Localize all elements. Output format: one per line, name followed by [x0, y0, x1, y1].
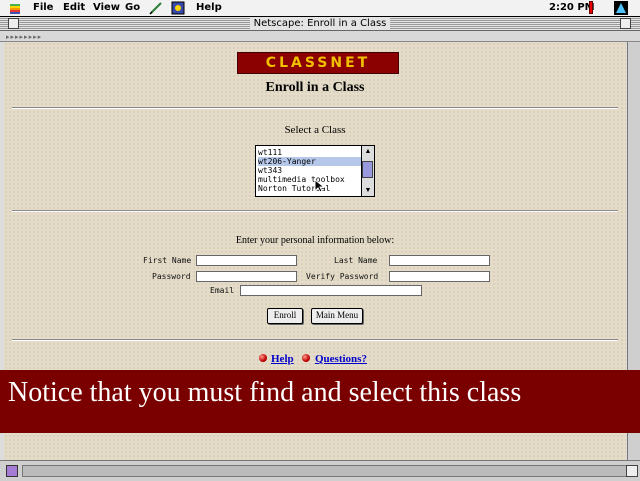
personal-info-prompt: Enter your personal information below:: [235, 235, 395, 246]
first-name-input[interactable]: [196, 255, 297, 266]
menu-clock: 2:20 PM: [549, 2, 595, 13]
battery-icon: [589, 1, 593, 14]
class-option[interactable]: Norton Tutorial: [258, 184, 361, 193]
zoom-box-icon[interactable]: [620, 18, 631, 29]
menu-file[interactable]: File: [33, 2, 53, 13]
questions-link[interactable]: Questions?: [315, 353, 367, 365]
last-name-input[interactable]: [389, 255, 490, 266]
resize-grow-box-icon[interactable]: [626, 465, 638, 477]
enroll-button[interactable]: Enroll: [267, 308, 303, 324]
tutorial-caption: Notice that you must find and select thi…: [0, 370, 640, 433]
toolbar-toggle-icon[interactable]: ▸▸▸▸▸▸▸▸: [6, 33, 42, 41]
menu-edit[interactable]: Edit: [63, 2, 85, 13]
class-option[interactable]: wt343: [258, 166, 361, 175]
scroll-up-arrow-icon[interactable]: ▲: [363, 147, 373, 156]
password-input[interactable]: [196, 271, 297, 282]
scroll-down-arrow-icon[interactable]: ▼: [363, 186, 373, 195]
verify-password-label: Verify Password: [306, 272, 379, 281]
menu-go[interactable]: Go: [125, 2, 140, 13]
red-bullet-icon: [302, 354, 310, 362]
main-menu-button[interactable]: Main Menu: [311, 308, 363, 324]
toolbar-collapsed-strip[interactable]: ▸▸▸▸▸▸▸▸: [0, 31, 640, 42]
class-option[interactable]: wt111: [258, 148, 361, 157]
email-input[interactable]: [240, 285, 422, 296]
help-link[interactable]: Help: [271, 353, 294, 365]
page-title: Enroll in a Class: [265, 80, 365, 95]
divider: [12, 107, 618, 109]
last-name-label: Last Name: [334, 256, 378, 265]
script-menu-icon[interactable]: [171, 1, 185, 15]
menu-help[interactable]: Help: [196, 2, 222, 13]
divider: [12, 339, 618, 341]
class-option[interactable]: multimedia toolbox: [258, 175, 361, 184]
menu-view[interactable]: View: [93, 2, 120, 13]
status-bar: [0, 460, 640, 481]
pen-icon[interactable]: [149, 1, 163, 15]
class-list-scrollbar[interactable]: ▲ ▼: [361, 146, 374, 196]
netscape-app-icon[interactable]: [606, 0, 636, 16]
class-option-selected[interactable]: wt206-Yanger: [258, 157, 361, 166]
select-class-heading: Select a Class: [284, 124, 346, 136]
scroll-thumb[interactable]: [362, 161, 373, 178]
mouse-cursor-icon: [314, 179, 326, 193]
title-bar[interactable]: Netscape: Enroll in a Class: [0, 17, 640, 31]
email-label: Email: [210, 286, 235, 295]
menu-bar: File Edit View Go Help 2:20 PM: [0, 0, 640, 17]
first-name-label: First Name: [143, 256, 192, 265]
horizontal-scrollbar[interactable]: [22, 465, 628, 477]
verify-password-input[interactable]: [389, 271, 490, 282]
apple-menu-icon[interactable]: [10, 1, 20, 14]
security-lock-icon[interactable]: [6, 465, 18, 477]
password-label: Password: [152, 272, 191, 281]
divider: [12, 210, 618, 212]
red-bullet-icon: [259, 354, 267, 362]
classnet-logo: CLASSNET: [237, 52, 399, 74]
close-box-icon[interactable]: [8, 18, 19, 29]
window-title: Netscape: Enroll in a Class: [250, 17, 390, 30]
